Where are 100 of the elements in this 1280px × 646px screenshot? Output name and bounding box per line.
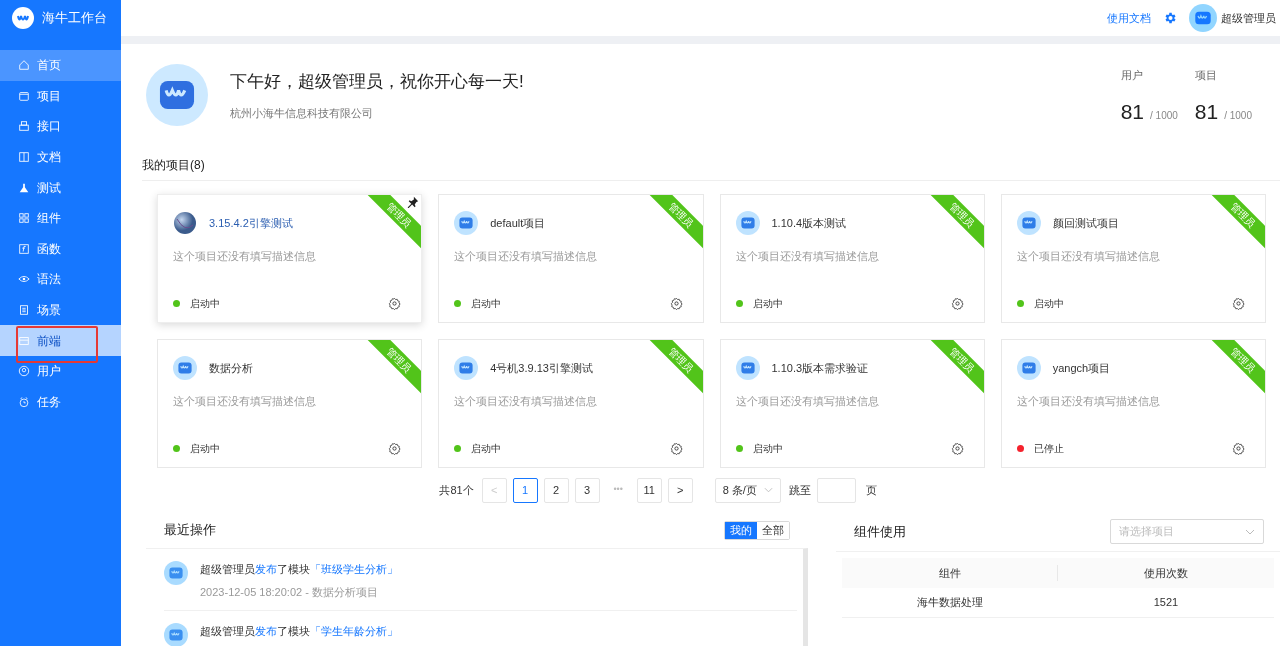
project-name[interactable]: yangch项目 (1052, 359, 1111, 377)
home-icon (18, 59, 30, 72)
project-name[interactable]: 1.10.4版本测试 (771, 214, 847, 232)
pin-icon[interactable] (407, 196, 420, 208)
company-name: 杭州小海牛信息科技有限公司 (230, 105, 374, 121)
sidebar-item[interactable]: 语法 (0, 264, 121, 295)
chevron-down-icon (1245, 528, 1255, 535)
project-description: 这个项目还没有填写描述信息 (172, 249, 317, 264)
book-icon (18, 151, 30, 164)
project-card[interactable]: 4号机3.9.13引擎测试 这个项目还没有填写描述信息 启动中 管理员 (438, 339, 704, 468)
filter-tab[interactable]: 我的 (725, 521, 757, 539)
project-description: 这个项目还没有填写描述信息 (453, 249, 599, 264)
settings-icon[interactable] (1163, 11, 1177, 25)
settings-icon[interactable] (950, 442, 964, 455)
project-logo (1016, 211, 1041, 235)
company-avatar (146, 64, 208, 126)
user-name[interactable]: 超级管理员 (1221, 9, 1276, 27)
status-text: 启动中 (471, 297, 502, 311)
document-icon (18, 304, 30, 317)
page-jump-field[interactable] (816, 477, 856, 503)
page-button[interactable]: 1 (512, 477, 538, 503)
project-logo (454, 356, 479, 380)
sidebar-item[interactable]: 文档 (0, 141, 121, 173)
sidebar-item[interactable]: 用户 (0, 355, 121, 387)
page-unit: 页 (865, 482, 877, 498)
status-text: 启动中 (471, 442, 502, 456)
page-size-select[interactable]: 8 条/页 (714, 477, 781, 503)
flask-icon (18, 181, 30, 194)
sidebar-item[interactable]: 测试 (0, 172, 121, 203)
project-card[interactable]: default项目 这个项目还没有填写描述信息 启动中 管理员 (438, 194, 704, 323)
project-card[interactable]: 颜回测试项目 这个项目还没有填写描述信息 启动中 管理员 (1000, 194, 1266, 323)
logo-icon (12, 7, 34, 29)
activity-text: 超级管理员发布了模块「班级学生分析」 (200, 562, 398, 577)
status-text: 启动中 (752, 297, 783, 311)
printer-icon (18, 120, 30, 133)
docs-link[interactable]: 使用文档 (1107, 9, 1151, 27)
total-count: 共81个 (439, 482, 474, 498)
project-card[interactable]: 1.10.3版本需求验证 这个项目还没有填写描述信息 启动中 管理员 (719, 339, 985, 468)
page-button[interactable]: 2 (543, 477, 569, 503)
project-description: 这个项目还没有填写描述信息 (1015, 249, 1161, 264)
alarm-clock-icon (18, 395, 30, 408)
user-avatar (1189, 4, 1217, 32)
activity-text: 超级管理员发布了模块「学生年龄分析」 (200, 624, 398, 639)
project-logo (173, 356, 197, 380)
user-avatar (164, 623, 188, 646)
sidebar-item[interactable]: 任务 (0, 386, 121, 418)
settings-icon[interactable] (669, 297, 683, 310)
function-icon (18, 242, 30, 255)
stat-label: 项目 (1194, 67, 1218, 83)
settings-icon[interactable] (1232, 442, 1245, 455)
project-name[interactable]: 1.10.3版本需求验证 (771, 359, 869, 377)
project-card[interactable]: 1.10.4版本测试 这个项目还没有填写描述信息 启动中 管理员 (719, 194, 985, 323)
settings-icon[interactable] (950, 297, 964, 310)
status-text: 启动中 (752, 442, 783, 456)
project-name[interactable]: 数据分析 (209, 359, 253, 377)
page-button[interactable]: 3 (574, 477, 600, 503)
project-card[interactable]: 数据分析 这个项目还没有填写描述信息 启动中 管理员 (157, 339, 423, 468)
project-card[interactable]: yangch项目 这个项目还没有填写描述信息 已停止 管理员 (1000, 339, 1266, 468)
user-avatar (164, 561, 188, 585)
settings-icon[interactable] (388, 297, 402, 310)
sidebar-item[interactable]: 前端 (0, 325, 121, 356)
project-name[interactable]: default项目 (490, 214, 546, 232)
brand-title: 海牛工作台 (42, 9, 107, 28)
next-page-button[interactable]: > (667, 477, 693, 503)
sidebar-item[interactable]: 组件 (0, 202, 121, 234)
folder-icon (18, 89, 30, 102)
project-name[interactable]: 3.15.4.2引擎测试 (209, 214, 293, 232)
project-logo (1016, 356, 1041, 380)
sidebar-item[interactable]: 项目 (0, 80, 121, 112)
column-header: 使用次数 (1143, 565, 1189, 581)
sidebar-item[interactable]: 函数 (0, 233, 121, 265)
table-cell-text: 1521 (1152, 595, 1180, 611)
settings-icon[interactable] (669, 442, 683, 455)
grid-icon (18, 212, 30, 225)
stat-value: 81 (1120, 101, 1144, 123)
panel-title: 最近操作 (164, 521, 216, 540)
table-cell-text: 海牛数据处理 (916, 595, 984, 611)
jump-label: 跳至 (788, 482, 811, 498)
chevron-down-icon (763, 487, 773, 493)
section-title: 我的项目(8) (142, 157, 206, 174)
settings-icon[interactable] (1232, 297, 1245, 310)
panel-title: 组件使用 (854, 522, 906, 541)
sidebar-item[interactable]: 场景 (0, 294, 121, 326)
project-name[interactable]: 颜回测试项目 (1052, 214, 1119, 232)
project-logo (735, 356, 760, 380)
stat-label: 用户 (1120, 67, 1144, 83)
project-card[interactable]: 3.15.4.2引擎测试 这个项目还没有填写描述信息 启动中 管理员 (157, 194, 423, 323)
status-text: 启动中 (190, 297, 220, 311)
column-header: 组件 (842, 564, 1058, 582)
stat-limit: / 1000 (1224, 109, 1252, 124)
project-logo (454, 211, 479, 235)
settings-icon[interactable] (388, 442, 402, 455)
project-description: 这个项目还没有填写描述信息 (1015, 394, 1161, 409)
status-text: 启动中 (190, 442, 220, 456)
page-button[interactable]: 11 (636, 477, 662, 503)
project-name[interactable]: 4号机3.9.13引擎测试 (490, 359, 593, 377)
greeting-text: 下午好，超级管理员，祝你开心每一天! (230, 71, 524, 93)
project-logo (735, 211, 760, 235)
sidebar-item[interactable]: 接口 (0, 111, 121, 142)
project-description: 这个项目还没有填写描述信息 (734, 249, 880, 264)
